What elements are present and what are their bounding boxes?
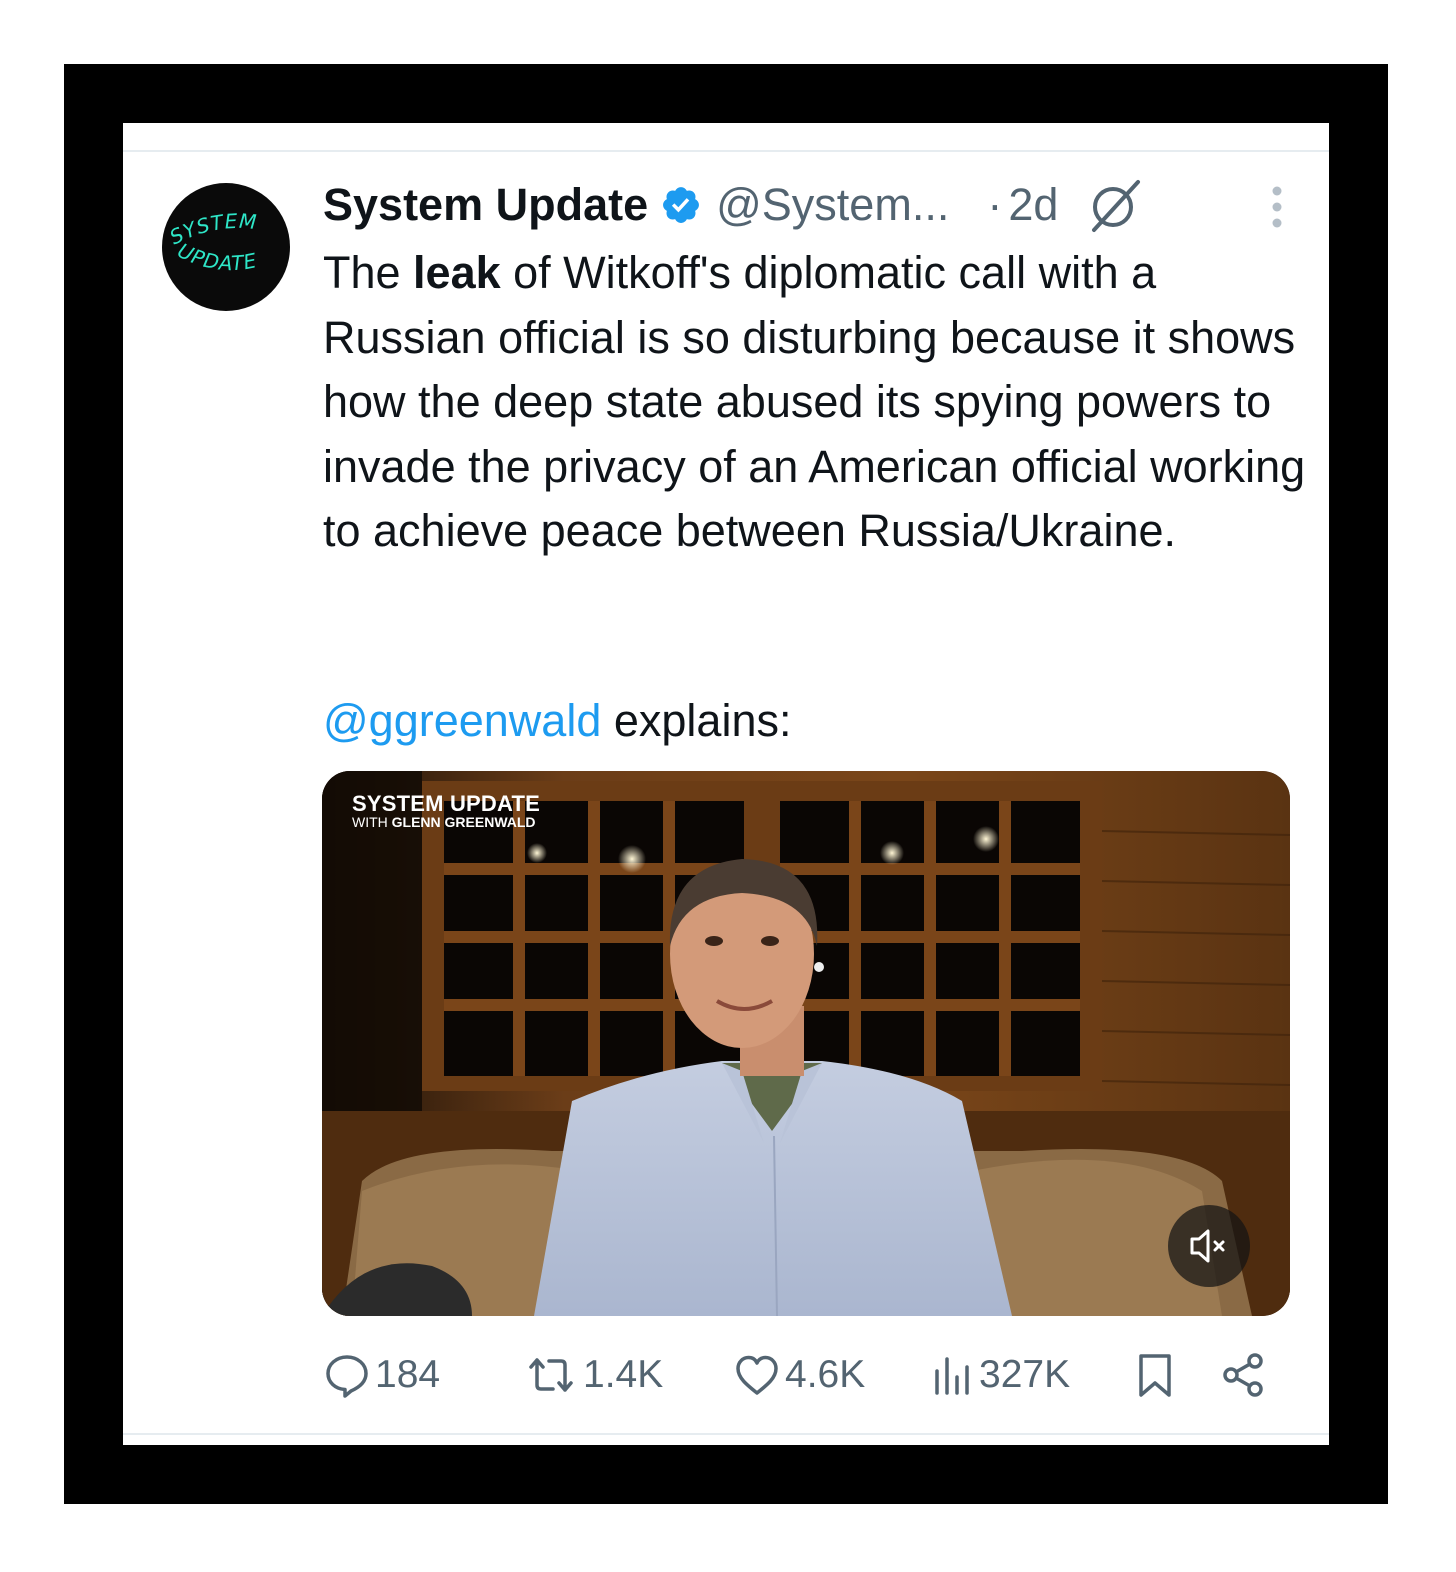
share-button[interactable]: [1219, 1345, 1269, 1405]
divider: [123, 150, 1329, 152]
reply-count: 184: [375, 1353, 441, 1396]
views-icon: [935, 1357, 969, 1395]
author-name[interactable]: System Update: [323, 179, 648, 231]
share-icon: [1223, 1353, 1263, 1397]
mute-button[interactable]: [1168, 1205, 1250, 1287]
svg-text:UPDATE: UPDATE: [174, 238, 259, 275]
tweet-text: The leak of Witkoff's diplomatic call wi…: [323, 241, 1313, 564]
video-frame: [322, 771, 1290, 1316]
views-button[interactable]: 327K: [931, 1345, 1070, 1405]
like-button[interactable]: 4.6K: [733, 1345, 865, 1405]
video-overlay-sub-name: GLENN GREENWALD: [391, 814, 536, 830]
mention-link[interactable]: @ggreenwald: [323, 695, 601, 746]
video-overlay-sub-prefix: WITH: [352, 814, 392, 830]
avatar[interactable]: SYSTEM UPDATE: [162, 183, 290, 311]
divider: [123, 1433, 1329, 1435]
tweet-card[interactable]: SYSTEM UPDATE System Update @System... ·…: [123, 123, 1329, 1445]
video-overlay-subtitle: WITH GLENN GREENWALD: [352, 814, 536, 830]
grok-icon[interactable]: [1084, 174, 1146, 236]
like-count: 4.6K: [785, 1353, 866, 1396]
avatar-text-top: SYSTEM: [166, 209, 258, 250]
separator-dot: ·: [987, 179, 1003, 230]
mention-suffix: explains:: [601, 695, 792, 746]
video-player[interactable]: SYSTEM UPDATE WITH GLENN GREENWALD: [322, 771, 1290, 1316]
timestamp[interactable]: 2d: [1008, 179, 1058, 231]
tweet-actions: 184 1.4K 4.6K 327K: [323, 1345, 1283, 1405]
author-handle[interactable]: @System...: [716, 179, 949, 231]
svg-text:SYSTEM: SYSTEM: [166, 209, 259, 250]
reply-icon: [326, 1355, 368, 1398]
repost-icon: [529, 1358, 573, 1392]
views-count: 327K: [979, 1353, 1071, 1396]
repost-count: 1.4K: [583, 1353, 664, 1396]
tweet-header: System Update @System... · 2d: [323, 175, 1283, 235]
bookmark-button[interactable]: [1131, 1345, 1179, 1405]
tweet-text-start: The: [323, 247, 414, 298]
mute-icon: [1190, 1229, 1225, 1263]
reply-button[interactable]: 184: [323, 1345, 440, 1405]
like-icon: [736, 1355, 778, 1395]
tweet-mention-line: @ggreenwald explains:: [323, 689, 791, 753]
verified-badge-icon: [660, 184, 702, 226]
avatar-text-bottom: UPDATE: [174, 238, 258, 275]
bookmark-icon: [1139, 1354, 1171, 1397]
more-icon[interactable]: [1269, 185, 1285, 229]
repost-button[interactable]: 1.4K: [523, 1345, 663, 1405]
tweet-text-bold: leak: [413, 247, 501, 298]
